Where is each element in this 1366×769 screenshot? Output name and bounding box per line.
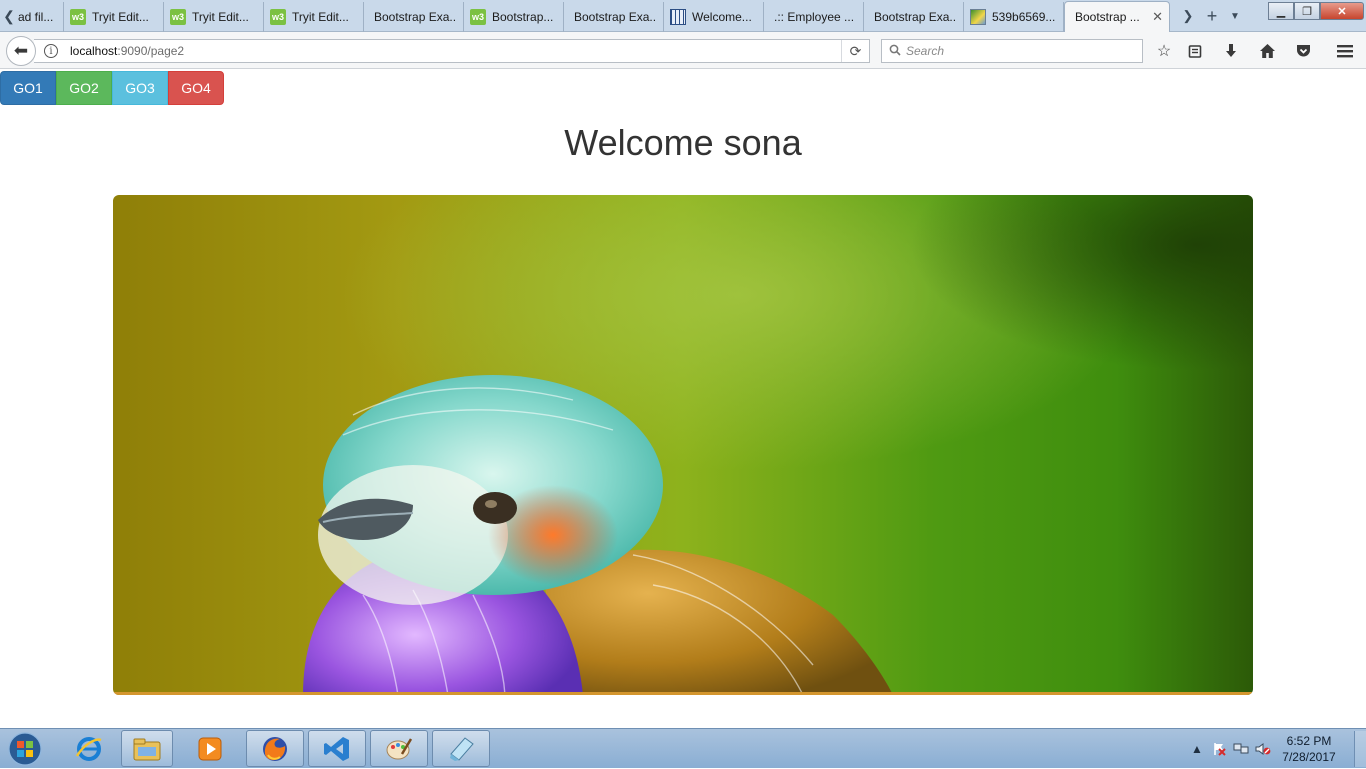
start-button[interactable]: [4, 731, 46, 767]
media-player-icon[interactable]: [182, 730, 238, 767]
taskbar: ▲ 6:52 PM 7/28/2017: [0, 728, 1366, 768]
show-desktop-button[interactable]: [1354, 731, 1366, 767]
tab-label: Bootstrap Exa...: [874, 10, 957, 24]
window-close-icon[interactable]: ✕: [1320, 2, 1364, 20]
w3-icon: w3: [470, 9, 486, 25]
tab[interactable]: w3 Tryit Edit...: [64, 2, 164, 32]
bird-image: [113, 195, 1253, 695]
tab[interactable]: Bootstrap Exa...: [564, 2, 664, 32]
tab[interactable]: w3 Tryit Edit...: [264, 2, 364, 32]
info-icon[interactable]: i: [44, 44, 58, 58]
page-content: GO1 GO2 GO3 GO4 Welcome sona: [0, 70, 1366, 728]
tab[interactable]: ad fil...: [4, 2, 64, 32]
file-explorer-icon[interactable]: [121, 730, 173, 767]
show-hidden-icons-icon[interactable]: ▲: [1186, 738, 1208, 760]
go2-button[interactable]: GO2: [56, 71, 112, 105]
internet-explorer-icon[interactable]: [60, 730, 118, 767]
url-text[interactable]: localhost:9090/page2: [70, 44, 184, 58]
search-bar[interactable]: [881, 39, 1143, 63]
menu-hamburger-icon[interactable]: [1332, 39, 1358, 63]
tab-label: Bootstrap Exa...: [374, 10, 457, 24]
windows-logo-icon: [8, 732, 42, 766]
restore-icon[interactable]: ❐: [1294, 2, 1320, 20]
paint-icon[interactable]: [370, 730, 428, 767]
close-tab-icon[interactable]: ✕: [1152, 9, 1163, 25]
w3-icon: w3: [170, 9, 186, 25]
tab-label: Bootstrap ...: [1075, 10, 1140, 24]
tab[interactable]: w3 Bootstrap...: [464, 2, 564, 32]
active-tab[interactable]: Bootstrap ... ✕: [1064, 1, 1170, 32]
tab-label: Tryit Edit...: [92, 10, 149, 24]
tab-label: Tryit Edit...: [292, 10, 349, 24]
back-button[interactable]: ⬅: [6, 36, 36, 66]
grid-icon: [670, 9, 686, 25]
notepad-icon[interactable]: [432, 730, 490, 767]
new-tab-icon[interactable]: +: [1201, 0, 1223, 32]
downloads-icon[interactable]: [1218, 39, 1244, 63]
bookmarks-menu-icon[interactable]: [1182, 39, 1208, 63]
list-all-tabs-icon[interactable]: ▼: [1225, 0, 1245, 32]
volume-muted-icon[interactable]: [1252, 738, 1274, 760]
tab-label: Tryit Edit...: [192, 10, 249, 24]
go4-button[interactable]: GO4: [168, 71, 224, 105]
tab-strip: ❮ ad fil... w3 Tryit Edit... w3 Tryit Ed…: [0, 0, 1366, 32]
go3-button[interactable]: GO3: [112, 71, 168, 105]
clock-date: 7/28/2017: [1282, 750, 1336, 764]
tab[interactable]: Bootstrap Exa...: [864, 2, 964, 32]
clock[interactable]: 6:52 PM 7/28/2017: [1274, 733, 1344, 765]
tab-label: Welcome...: [692, 10, 752, 24]
home-icon[interactable]: [1254, 39, 1280, 63]
clock-time: 6:52 PM: [1286, 734, 1332, 748]
bookmark-star-icon[interactable]: ☆: [1151, 39, 1177, 63]
button-group: GO1 GO2 GO3 GO4: [0, 71, 224, 105]
url-path: :9090/page2: [117, 44, 185, 58]
firefox-icon[interactable]: [246, 730, 304, 767]
hero-image: [113, 195, 1253, 695]
back-arrow-icon: ⬅: [13, 41, 29, 60]
url-host: localhost: [70, 44, 118, 58]
tab[interactable]: Welcome...: [664, 2, 764, 32]
search-icon: [889, 44, 901, 59]
pocket-icon[interactable]: [1290, 39, 1316, 63]
system-tray: ▲ 6:52 PM 7/28/2017: [1186, 729, 1366, 769]
tab-label: Bootstrap Exa...: [574, 10, 657, 24]
reload-icon[interactable]: ⟳: [841, 40, 869, 62]
network-icon[interactable]: [1230, 738, 1252, 760]
visual-studio-icon[interactable]: [308, 730, 366, 767]
search-input[interactable]: [906, 44, 1126, 58]
scroll-tabs-right-icon[interactable]: ❯: [1178, 0, 1198, 32]
w3-icon: w3: [270, 9, 286, 25]
tab[interactable]: Bootstrap Exa...: [364, 2, 464, 32]
image-icon: [970, 9, 986, 25]
minimize-icon[interactable]: ▁: [1268, 2, 1294, 20]
page-title: Welcome sona: [564, 122, 802, 163]
tab-list: ad fil... w3 Tryit Edit... w3 Tryit Edit…: [4, 1, 1170, 32]
tab-label: .:: Employee ...: [774, 10, 855, 24]
tab-label: Bootstrap...: [492, 10, 554, 24]
w3-icon: w3: [70, 9, 86, 25]
tab[interactable]: .:: Employee ...: [764, 2, 864, 32]
go1-button[interactable]: GO1: [0, 71, 56, 105]
url-bar[interactable]: i localhost:9090/page2 ⟳: [34, 39, 870, 63]
navigation-bar: i localhost:9090/page2 ⟳ ⬅ ☆: [0, 32, 1366, 69]
tab-label: ad fil...: [18, 10, 54, 24]
tab-label: 539b6569...: [992, 10, 1056, 24]
tab[interactable]: w3 Tryit Edit...: [164, 2, 264, 32]
tab[interactable]: 539b6569...: [964, 2, 1064, 32]
action-center-icon[interactable]: [1208, 738, 1230, 760]
